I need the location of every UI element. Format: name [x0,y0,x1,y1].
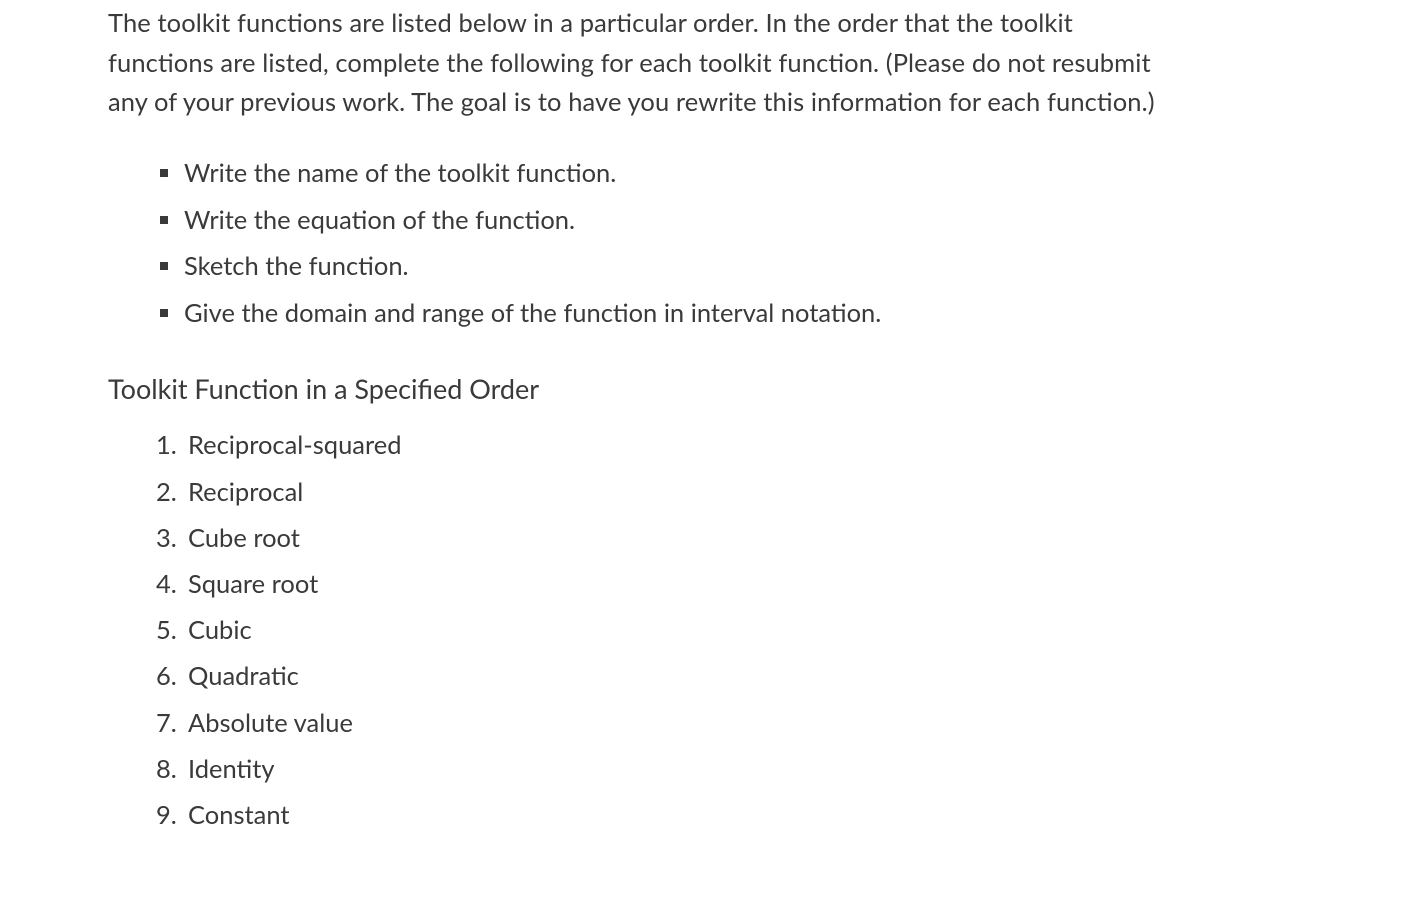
section-subheading: Toolkit Function in a Specified Order [108,372,1162,405]
list-item: Cube root [156,520,1162,556]
intro-paragraph: The toolkit functions are listed below i… [108,4,1162,123]
bullet-item: Give the domain and range of the functio… [160,295,1162,332]
bullet-item: Sketch the function. [160,248,1162,285]
bullet-item: Write the name of the toolkit function. [160,155,1162,192]
list-item: Absolute value [156,705,1162,741]
list-item: Constant [156,797,1162,833]
list-item: Quadratic [156,658,1162,694]
document-body: The toolkit functions are listed below i… [0,0,1402,833]
list-item: Identity [156,751,1162,787]
instruction-bullet-list: Write the name of the toolkit function. … [108,155,1162,333]
toolkit-function-list: Reciprocal-squared Reciprocal Cube root … [108,427,1162,833]
bullet-item: Write the equation of the function. [160,202,1162,239]
list-item: Cubic [156,612,1162,648]
list-item: Reciprocal [156,474,1162,510]
list-item: Square root [156,566,1162,602]
list-item: Reciprocal-squared [156,427,1162,463]
